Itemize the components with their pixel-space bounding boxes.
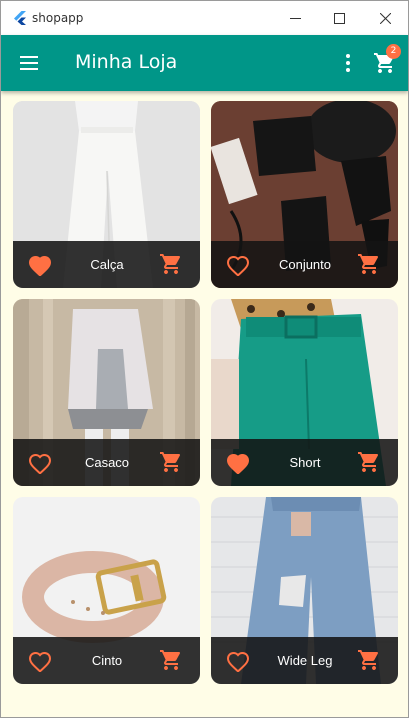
product-tile[interactable]: Calça: [13, 101, 200, 288]
more-options-button[interactable]: [337, 49, 359, 77]
product-name: Conjunto: [278, 257, 332, 272]
product-footer: Calça: [13, 241, 200, 288]
cart-count-badge: 2: [386, 44, 401, 59]
add-to-cart-icon[interactable]: [357, 252, 381, 276]
add-to-cart-icon[interactable]: [357, 648, 381, 672]
more-vert-icon-dot: [346, 68, 350, 72]
minimize-icon: [289, 17, 301, 19]
cart-button[interactable]: 2: [373, 44, 401, 77]
favorite-border-icon[interactable]: [28, 650, 52, 672]
product-tile[interactable]: Short: [211, 299, 398, 486]
product-name: Calça: [90, 257, 124, 272]
product-tile[interactable]: Casaco: [13, 299, 200, 486]
maximize-icon: [333, 12, 345, 24]
favorite-border-icon[interactable]: [226, 254, 250, 276]
app-window: shopapp Minha Loja 2 Calça Conjunto Casa…: [0, 0, 409, 718]
product-name: Casaco: [84, 455, 130, 470]
product-footer: Cinto: [13, 637, 200, 684]
product-footer: Casaco: [13, 439, 200, 486]
product-tile[interactable]: Wide Leg: [211, 497, 398, 684]
add-to-cart-icon[interactable]: [159, 252, 183, 276]
menu-icon-line: [20, 56, 38, 58]
product-tile[interactable]: Conjunto: [211, 101, 398, 288]
add-to-cart-icon[interactable]: [159, 450, 183, 474]
menu-button[interactable]: [15, 49, 43, 77]
product-name: Cinto: [91, 653, 123, 668]
favorite-border-icon[interactable]: [226, 650, 250, 672]
product-footer: Conjunto: [211, 241, 398, 288]
product-footer: Short: [211, 439, 398, 486]
more-vert-icon-dot: [346, 54, 350, 58]
close-button[interactable]: [362, 1, 408, 35]
window-titlebar: shopapp: [1, 1, 408, 35]
more-vert-icon-dot: [346, 61, 350, 65]
page-title: Minha Loja: [75, 51, 178, 73]
app-bar: Minha Loja 2: [1, 35, 408, 91]
add-to-cart-icon[interactable]: [159, 648, 183, 672]
maximize-button[interactable]: [316, 1, 362, 35]
favorite-icon[interactable]: [28, 254, 52, 276]
product-tile[interactable]: Cinto: [13, 497, 200, 684]
menu-icon-line: [20, 68, 38, 70]
window-title: shopapp: [32, 11, 84, 25]
favorite-border-icon[interactable]: [28, 452, 52, 474]
product-name: Wide Leg: [277, 653, 333, 668]
flutter-logo-icon: [14, 11, 26, 25]
menu-icon-line: [20, 62, 38, 64]
product-name: Short: [289, 455, 321, 470]
product-footer: Wide Leg: [211, 637, 398, 684]
minimize-button[interactable]: [272, 1, 318, 35]
close-icon: [379, 12, 391, 24]
add-to-cart-icon[interactable]: [357, 450, 381, 474]
favorite-icon[interactable]: [226, 452, 250, 474]
